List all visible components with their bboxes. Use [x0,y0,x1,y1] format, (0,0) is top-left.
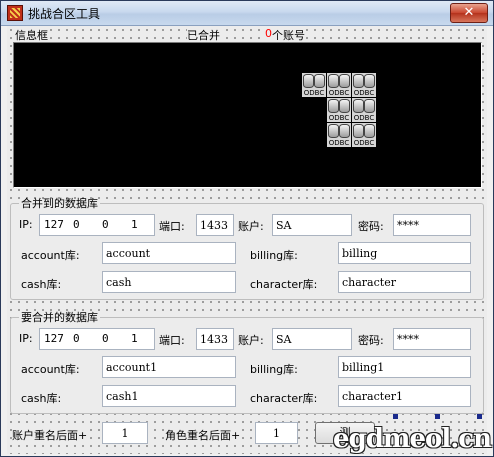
odbc-icon: ODBC [327,98,351,122]
app-logo-icon [7,5,23,21]
odbc-icon: ODBC [327,73,351,97]
source-cash-db-input[interactable]: cash1 [102,385,236,407]
watermark-logo: egdmeol.cn [333,424,492,454]
target-billing-db-input[interactable]: billing [338,242,471,264]
odbc-icon: ODBC [352,123,376,147]
window-title: 挑战合区工具 [28,7,101,21]
user-label: 账户: [238,332,264,348]
ip-octet: 127 [44,332,64,345]
account-suffix-input[interactable]: 1 [102,422,148,444]
target-ip-input[interactable]: 127 0 0 1 [39,214,155,236]
merged-count: 0 [265,27,272,40]
character-db-label: character库: [250,276,318,292]
port-label: 端口: [159,332,185,348]
ip-octet: 1 [131,218,138,231]
info-frame-label: 信息框 [15,27,48,43]
source-account-db-input[interactable]: account1 [102,356,236,378]
source-character-db-input[interactable]: character1 [338,385,471,407]
app-window: 挑战合区工具 ✕ 信息框 已合并 0 个账号 ODBC ODBC ODBC OD… [0,0,494,457]
source-port-input[interactable]: 1433 [196,328,234,350]
ip-label: IP: [19,332,33,345]
cash-db-label: cash库: [21,390,62,406]
source-db-legend: 要合并的数据库 [21,311,98,324]
account-db-label: account库: [21,361,80,377]
ip-label: IP: [19,218,33,231]
target-account-db-input[interactable]: account [102,242,236,264]
odbc-icon: ODBC [352,73,376,97]
character-db-label: character库: [250,390,318,406]
role-suffix-input[interactable]: 1 [255,422,298,444]
ip-octet: 0 [73,332,80,345]
selection-handle[interactable] [393,414,398,419]
ip-octet: 127 [44,218,64,231]
odbc-icon: ODBC [302,73,326,97]
selection-handle[interactable] [477,414,482,419]
user-label: 账户: [238,218,264,234]
target-password-input[interactable]: **** [393,214,471,236]
target-port-input[interactable]: 1433 [196,214,234,236]
title-bar[interactable]: 挑战合区工具 ✕ [1,1,493,26]
target-character-db-input[interactable]: character [338,271,471,293]
port-label: 端口: [159,218,185,234]
ip-octet: 0 [73,218,80,231]
account-db-label: account库: [21,247,80,263]
info-frame: ODBC ODBC ODBC ODBC ODBC ODBC ODBC [13,42,482,188]
target-cash-db-input[interactable]: cash [102,271,236,293]
target-user-input[interactable]: SA [272,214,352,236]
close-button[interactable]: ✕ [450,3,488,23]
cash-db-label: cash库: [21,276,62,292]
ip-octet: 1 [131,332,138,345]
form-canvas: 信息框 已合并 0 个账号 ODBC ODBC ODBC ODBC ODBC O… [7,26,487,454]
role-suffix-label: 角色重名后面+ [165,427,241,443]
odbc-icon: ODBC [327,123,351,147]
account-suffix-label: 账户重名后面+ [12,427,88,443]
source-ip-input[interactable]: 127 0 0 1 [39,328,155,350]
selection-handle[interactable] [435,414,440,419]
source-user-input[interactable]: SA [272,328,352,350]
target-db-legend: 合并到的数据库 [21,197,98,210]
merged-label: 已合并 [187,27,220,43]
source-billing-db-input[interactable]: billing1 [338,356,471,378]
source-password-input[interactable]: **** [393,328,471,350]
password-label: 密码: [358,332,384,348]
billing-db-label: billing库: [250,247,298,263]
password-label: 密码: [358,218,384,234]
ip-octet: 0 [102,332,109,345]
billing-db-label: billing库: [250,361,298,377]
count-unit-label: 个账号 [272,27,305,43]
odbc-icon: ODBC [352,98,376,122]
ip-octet: 0 [102,218,109,231]
